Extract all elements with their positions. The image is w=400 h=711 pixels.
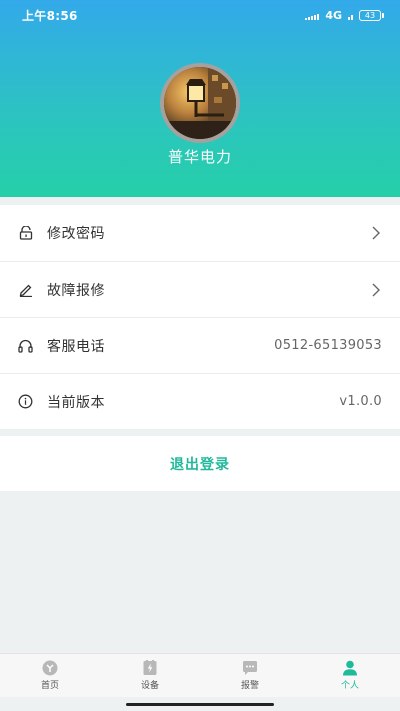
- edit-icon: [18, 282, 33, 297]
- battery-level: 43: [359, 9, 381, 21]
- tab-alarm[interactable]: 报警: [200, 654, 300, 697]
- home-indicator[interactable]: [126, 703, 274, 706]
- logout-label: 退出登录: [170, 456, 230, 473]
- bottom-tab-bar: 首页 设备 报警 个人: [0, 653, 400, 697]
- person-icon: [343, 660, 357, 676]
- menu-item-fault-repair[interactable]: 故障报修: [0, 261, 400, 317]
- service-phone-number[interactable]: 0512-65139053: [274, 338, 382, 353]
- battery-icon: 43: [359, 9, 384, 21]
- street-lamp-photo: [164, 67, 236, 139]
- menu-item-label: 当前版本: [47, 394, 105, 411]
- tab-label: 首页: [40, 681, 59, 691]
- logout-button[interactable]: 退出登录: [0, 436, 400, 491]
- alarm-message-icon: [243, 661, 257, 675]
- signal-dots-icon: [305, 10, 320, 20]
- settings-menu: 修改密码 故障报修 客服电话 0512-65139053 当前版本 v1.0.0: [0, 205, 400, 429]
- tab-personal[interactable]: 个人: [300, 654, 400, 697]
- menu-item-change-password[interactable]: 修改密码: [0, 205, 400, 261]
- tab-label: 报警: [240, 681, 259, 691]
- signal-bars-icon: [348, 10, 353, 20]
- profile-name: 普华电力: [167, 148, 232, 166]
- home-icon: [42, 660, 58, 676]
- status-indicators: 4G 43: [305, 9, 384, 22]
- headphones-icon: [18, 338, 33, 353]
- info-icon: [18, 394, 33, 409]
- menu-item-current-version[interactable]: 当前版本 v1.0.0: [0, 373, 400, 429]
- menu-item-label: 客服电话: [47, 338, 105, 355]
- network-label: 4G: [325, 8, 342, 22]
- tab-label: 个人: [340, 681, 359, 691]
- chevron-right-icon: [372, 282, 382, 298]
- profile-header: 上午8:56 4G 43 普华电力: [0, 0, 400, 197]
- version-value: v1.0.0: [339, 394, 382, 409]
- chevron-right-icon: [372, 225, 382, 241]
- device-icon: [143, 660, 157, 675]
- status-bar: 上午8:56 4G 43: [0, 0, 400, 30]
- menu-item-label: 修改密码: [47, 226, 105, 242]
- tab-home[interactable]: 首页: [0, 654, 100, 697]
- lock-icon: [18, 226, 33, 241]
- avatar[interactable]: [160, 63, 240, 143]
- status-time: 上午8:56: [22, 8, 78, 23]
- menu-item-label: 故障报修: [47, 282, 105, 299]
- tab-device[interactable]: 设备: [100, 654, 200, 697]
- menu-item-service-phone[interactable]: 客服电话 0512-65139053: [0, 317, 400, 373]
- tab-label: 设备: [140, 681, 159, 691]
